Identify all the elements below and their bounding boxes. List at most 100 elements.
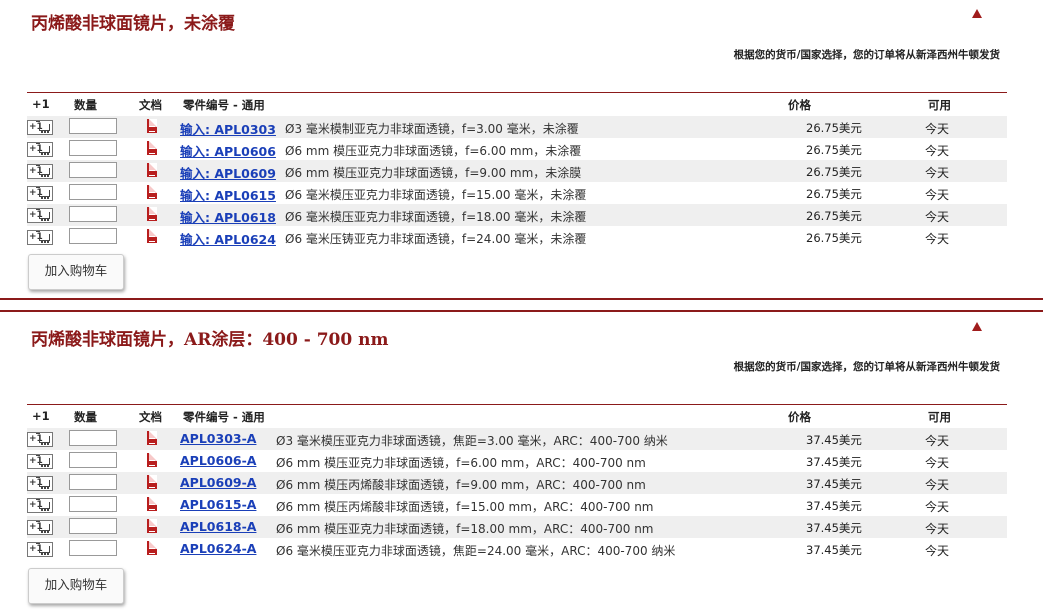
part-number-link[interactable]: APL0609-A — [180, 475, 256, 490]
quantity-input[interactable] — [69, 430, 117, 446]
part-number-link[interactable]: APL0606-A — [180, 453, 256, 468]
product-table: +1 APL0303-A Ø3 毫米模压亚克力非球面透镜，焦距=3.00 毫米，… — [27, 428, 1007, 560]
add-to-cart-icon[interactable]: +1 — [27, 208, 53, 223]
part-number-link[interactable]: 输入: APL0303 — [180, 119, 276, 138]
part-description: Ø6 毫米模压亚克力非球面透镜，f=18.00 毫米，未涂覆 — [285, 210, 587, 224]
pdf-document-icon[interactable] — [147, 453, 157, 467]
part-description: Ø6 mm 模压亚克力非球面透镜，f=18.00 mm，ARC：400-700 … — [276, 522, 654, 536]
availability: 今天 — [925, 166, 950, 180]
price: 26.75美元 — [806, 143, 862, 157]
quantity-input[interactable] — [69, 118, 117, 134]
col-qty: 数量 — [74, 410, 97, 424]
add-to-cart-icon[interactable]: +1 — [27, 120, 53, 135]
pdf-document-icon[interactable] — [147, 119, 157, 133]
table-row: +1 输入: APL0609 Ø6 mm 模压亚克力非球面透镜，f=9.00 m… — [27, 160, 1007, 182]
part-number-link[interactable]: 输入: APL0618 — [180, 207, 276, 226]
part-number-link[interactable]: 输入: APL0609 — [180, 163, 276, 182]
add-to-cart-icon[interactable]: +1 — [27, 542, 53, 557]
price: 37.45美元 — [806, 521, 862, 535]
section-divider — [0, 298, 1043, 300]
quantity-input[interactable] — [69, 184, 117, 200]
part-description: Ø6 mm 模压亚克力非球面透镜，f=9.00 mm，未涂膜 — [285, 166, 582, 180]
part-description: Ø3 毫米模制亚克力非球面透镜，f=3.00 毫米，未涂覆 — [285, 122, 579, 136]
quantity-input[interactable] — [69, 474, 117, 490]
pdf-document-icon[interactable] — [147, 497, 157, 511]
add-to-cart-button[interactable]: 加入购物车 — [28, 568, 124, 604]
part-number-link[interactable]: APL0624-A — [180, 541, 256, 556]
availability: 今天 — [925, 122, 950, 136]
pdf-document-icon[interactable] — [147, 431, 157, 445]
quantity-input[interactable] — [69, 452, 117, 468]
part-description: Ø6 mm 模压丙烯酸非球面透镜，f=9.00 mm，ARC：400-700 n… — [276, 478, 646, 492]
section-title: 丙烯酸非球面镜片，AR涂层：400 - 700 nm — [31, 330, 389, 350]
part-number-link[interactable]: APL0618-A — [180, 519, 256, 534]
quantity-input[interactable] — [69, 228, 117, 244]
pdf-document-icon[interactable] — [147, 185, 157, 199]
quantity-input[interactable] — [69, 540, 117, 556]
col-part: 零件编号 - 通用 — [183, 410, 265, 424]
add-to-cart-button[interactable]: 加入购物车 — [28, 254, 124, 290]
availability: 今天 — [925, 478, 950, 492]
price: 37.45美元 — [806, 455, 862, 469]
price: 26.75美元 — [806, 187, 862, 201]
pdf-document-icon[interactable] — [147, 541, 157, 555]
add-to-cart-icon[interactable]: +1 — [27, 432, 53, 447]
collapse-triangle-icon[interactable] — [972, 322, 982, 331]
price: 37.45美元 — [806, 499, 862, 513]
table-row: +1 输入: APL0618 Ø6 毫米模压亚克力非球面透镜，f=18.00 毫… — [27, 204, 1007, 226]
add-to-cart-icon[interactable]: +1 — [27, 520, 53, 535]
shipping-note: 根据您的货币/国家选择，您的订单将从新泽西州牛顿发货 — [733, 49, 1000, 61]
quantity-input[interactable] — [69, 518, 117, 534]
add-to-cart-icon[interactable]: +1 — [27, 476, 53, 491]
add-to-cart-icon[interactable]: +1 — [27, 454, 53, 469]
add-to-cart-icon[interactable]: +1 — [27, 142, 53, 157]
part-description: Ø6 mm 模压亚克力非球面透镜，f=6.00 mm，未涂覆 — [285, 144, 582, 158]
add-to-cart-icon[interactable]: +1 — [27, 186, 53, 201]
price: 26.75美元 — [806, 121, 862, 135]
add-to-cart-icon[interactable]: +1 — [27, 164, 53, 179]
quantity-input[interactable] — [69, 496, 117, 512]
quantity-input[interactable] — [69, 206, 117, 222]
quantity-input[interactable] — [69, 140, 117, 156]
product-table: +1 输入: APL0303 Ø3 毫米模制亚克力非球面透镜，f=3.00 毫米… — [27, 116, 1007, 248]
part-description: Ø6 毫米模压亚克力非球面透镜，焦距=24.00 毫米，ARC：400-700 … — [276, 544, 676, 558]
pdf-document-icon[interactable] — [147, 207, 157, 221]
part-number-link[interactable]: 输入: APL0624 — [180, 229, 276, 248]
table-row: +1 APL0606-A Ø6 mm 模压亚克力非球面透镜，f=6.00 mm，… — [27, 450, 1007, 472]
part-number-link[interactable]: APL0303-A — [180, 431, 256, 446]
availability: 今天 — [925, 544, 950, 558]
pdf-document-icon[interactable] — [147, 163, 157, 177]
table-row: +1 输入: APL0615 Ø6 毫米模压亚克力非球面透镜，f=15.00 毫… — [27, 182, 1007, 204]
availability: 今天 — [925, 188, 950, 202]
pdf-document-icon[interactable] — [147, 229, 157, 243]
price: 26.75美元 — [806, 231, 862, 245]
table-row: +1 APL0618-A Ø6 mm 模压亚克力非球面透镜，f=18.00 mm… — [27, 516, 1007, 538]
product-section-ar-coated: 丙烯酸非球面镜片，AR涂层：400 - 700 nm 根据您的货币/国家选择，您… — [0, 312, 1043, 612]
col-avail: 可用 — [928, 410, 951, 424]
col-part: 零件编号 - 通用 — [183, 98, 265, 112]
quantity-input[interactable] — [69, 162, 117, 178]
pdf-document-icon[interactable] — [147, 475, 157, 489]
col-doc: 文档 — [139, 410, 162, 424]
table-row: +1 APL0615-A Ø6 mm 模压丙烯酸非球面透镜，f=15.00 mm… — [27, 494, 1007, 516]
part-description: Ø6 mm 模压丙烯酸非球面透镜，f=15.00 mm，ARC：400-700 … — [276, 500, 654, 514]
table-row: +1 APL0609-A Ø6 mm 模压丙烯酸非球面透镜，f=9.00 mm，… — [27, 472, 1007, 494]
col-qty: 数量 — [74, 98, 97, 112]
col-price: 价格 — [788, 410, 811, 424]
col-doc: 文档 — [139, 98, 162, 112]
part-description: Ø3 毫米模压亚克力非球面透镜，焦距=3.00 毫米，ARC：400-700 纳… — [276, 434, 668, 448]
part-number-link[interactable]: 输入: APL0615 — [180, 185, 276, 204]
price: 37.45美元 — [806, 433, 862, 447]
add-to-cart-icon[interactable]: +1 — [27, 230, 53, 245]
pdf-document-icon[interactable] — [147, 141, 157, 155]
part-number-link[interactable]: 输入: APL0606 — [180, 141, 276, 160]
table-row: +1 APL0303-A Ø3 毫米模压亚克力非球面透镜，焦距=3.00 毫米，… — [27, 428, 1007, 450]
part-description: Ø6 毫米模压亚克力非球面透镜，f=15.00 毫米，未涂覆 — [285, 188, 587, 202]
collapse-triangle-icon[interactable] — [972, 9, 982, 18]
part-number-link[interactable]: APL0615-A — [180, 497, 256, 512]
pdf-document-icon[interactable] — [147, 519, 157, 533]
add-to-cart-icon[interactable]: +1 — [27, 498, 53, 513]
availability: 今天 — [925, 456, 950, 470]
price: 26.75美元 — [806, 209, 862, 223]
section-title: 丙烯酸非球面镜片，未涂覆 — [31, 14, 235, 34]
